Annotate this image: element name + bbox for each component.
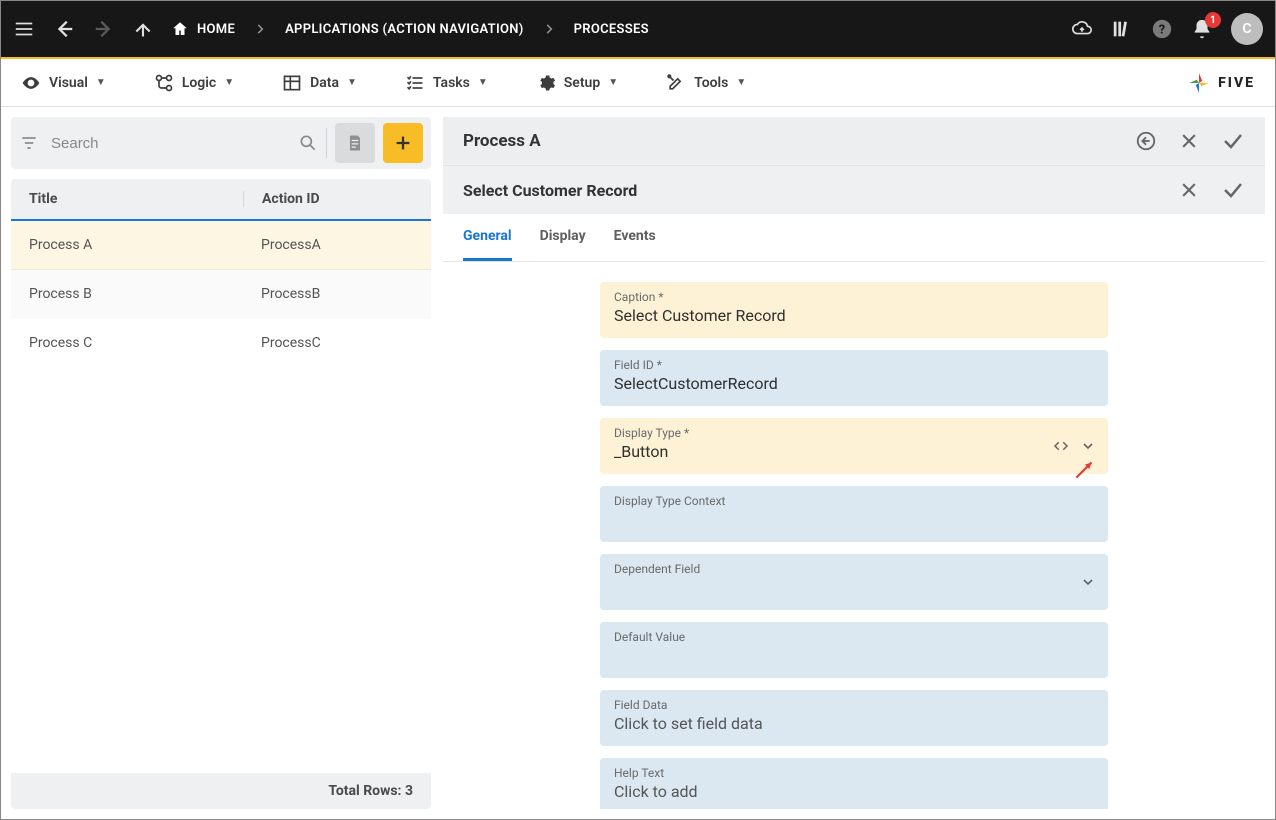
search-input[interactable] (47, 127, 290, 160)
breadcrumb-processes[interactable]: PROCESSES (574, 22, 649, 37)
close-icon[interactable] (1179, 180, 1199, 200)
brand-logo: FIVE (1186, 70, 1255, 96)
col-header-title[interactable]: Title (29, 191, 243, 207)
top-bar: HOME APPLICATIONS (ACTION NAVIGATION) PR… (1, 1, 1275, 57)
table-row[interactable]: Process C ProcessC (11, 319, 431, 368)
field-display-type-context[interactable]: Display Type Context (600, 486, 1108, 542)
field-field-id[interactable]: Field ID * SelectCustomerRecord (600, 350, 1108, 406)
form-area: Caption * Select Customer Record Field I… (443, 262, 1265, 809)
help-icon[interactable]: ? (1151, 18, 1173, 40)
detail-header: Process A (443, 117, 1265, 165)
home-icon (171, 20, 189, 38)
chevron-down-icon[interactable] (1080, 574, 1096, 590)
field-field-data[interactable]: Field Data Click to set field data (600, 690, 1108, 746)
breadcrumb-applications[interactable]: APPLICATIONS (ACTION NAVIGATION) (285, 22, 524, 37)
field-default-value[interactable]: Default Value (600, 622, 1108, 678)
table-icon (282, 73, 302, 93)
svg-text:?: ? (1159, 23, 1165, 38)
detail-panel: Process A Select Customer Record General… (443, 117, 1265, 809)
col-header-action-id[interactable]: Action ID (243, 191, 413, 207)
check-icon[interactable] (1221, 129, 1245, 153)
chevron-right-icon (253, 22, 267, 36)
eye-icon (21, 73, 41, 93)
table-row[interactable]: Process B ProcessB (11, 270, 431, 319)
notifications-badge: 1 (1205, 12, 1221, 28)
toolbar: Visual▼ Logic▼ Data▼ Tasks▼ Setup▼ Tools… (1, 59, 1275, 107)
document-button[interactable] (335, 123, 375, 163)
cloud-sync-icon[interactable] (1071, 18, 1093, 40)
code-icon[interactable] (1052, 437, 1070, 455)
list-panel: Title Action ID Process A ProcessA Proce… (11, 117, 431, 809)
filter-icon[interactable] (19, 133, 39, 153)
check-icon[interactable] (1221, 178, 1245, 202)
gear-icon (536, 73, 556, 93)
toolbar-tools[interactable]: Tools▼ (666, 73, 746, 93)
field-caption[interactable]: Caption * Select Customer Record (600, 282, 1108, 338)
home-label: HOME (197, 22, 235, 37)
field-display-type[interactable]: Display Type * _Button (600, 418, 1108, 474)
breadcrumb-home[interactable]: HOME (171, 20, 235, 38)
tab-general[interactable]: General (463, 214, 512, 261)
subdetail-title: Select Customer Record (463, 181, 637, 200)
avatar[interactable]: C (1231, 13, 1263, 45)
search-icon[interactable] (298, 133, 318, 153)
up-icon[interactable] (133, 19, 153, 39)
table-row[interactable]: Process A ProcessA (11, 221, 431, 270)
close-icon[interactable] (1179, 131, 1199, 151)
tabs: General Display Events (443, 214, 1265, 262)
tools-icon (666, 73, 686, 93)
tab-events[interactable]: Events (614, 214, 656, 261)
field-help-text[interactable]: Help Text Click to add (600, 758, 1108, 809)
toolbar-tasks[interactable]: Tasks▼ (405, 73, 488, 93)
tasks-icon (405, 73, 425, 93)
tab-display[interactable]: Display (540, 214, 586, 261)
revert-icon[interactable] (1135, 130, 1157, 152)
menu-icon[interactable] (13, 18, 35, 40)
toolbar-logic[interactable]: Logic▼ (154, 73, 234, 93)
library-icon[interactable] (1111, 18, 1133, 40)
toolbar-visual[interactable]: Visual▼ (21, 73, 106, 93)
back-icon[interactable] (53, 18, 75, 40)
search-bar (11, 117, 431, 169)
chevron-right-icon (542, 22, 556, 36)
forward-icon (93, 18, 115, 40)
table-header: Title Action ID (11, 179, 431, 219)
toolbar-setup[interactable]: Setup▼ (536, 73, 618, 93)
subdetail-header: Select Customer Record (443, 165, 1265, 214)
field-dependent-field[interactable]: Dependent Field (600, 554, 1108, 610)
notifications-icon[interactable]: 1 (1191, 18, 1213, 40)
toolbar-data[interactable]: Data▼ (282, 73, 357, 93)
chevron-down-icon[interactable] (1080, 438, 1096, 454)
logic-icon (154, 73, 174, 93)
add-button[interactable] (383, 123, 423, 163)
detail-title: Process A (463, 131, 541, 151)
status-bar: Total Rows: 3 (11, 773, 431, 809)
